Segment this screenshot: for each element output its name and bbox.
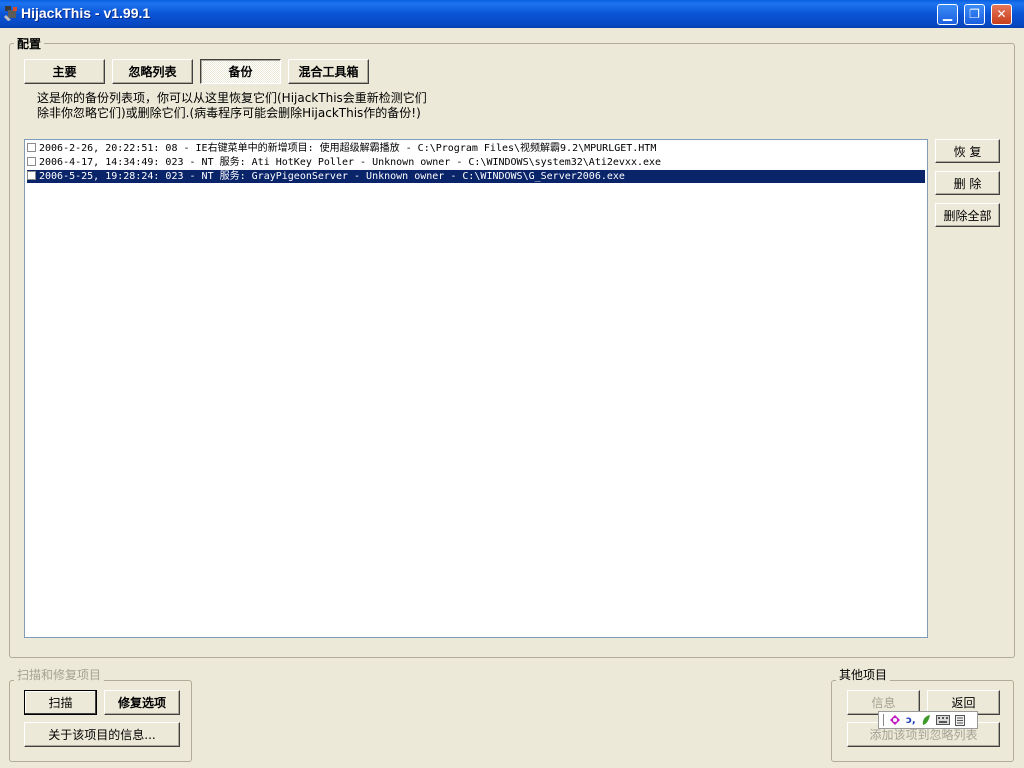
- minimize-button[interactable]: ▁: [937, 4, 958, 25]
- restore-button[interactable]: ❐: [964, 4, 985, 25]
- tab-main[interactable]: 主要: [24, 59, 105, 84]
- scan-button-label: 扫描: [48, 696, 73, 710]
- item-checkbox[interactable]: [27, 156, 36, 166]
- close-icon: ✕: [996, 7, 1007, 21]
- tab-main-label: 主要: [52, 65, 77, 79]
- tab-ignore-list-label: 忽略列表: [128, 65, 177, 79]
- restore-backup-button[interactable]: 恢 复: [935, 139, 1000, 163]
- backup-list[interactable]: 2006-2-26, 20:22:51: 08 - IE右键菜单中的新增项目: …: [24, 139, 928, 638]
- window-title: HijackThis - v1.99.1: [21, 5, 151, 21]
- title-bar: HijackThis - v1.99.1 ▁ ❐ ✕: [0, 0, 1024, 28]
- fix-options-button[interactable]: 修复选项: [104, 690, 180, 715]
- description-line-2: 除非你忽略它们)或删除它们.(病毒程序可能会删除HijackThis作的备份!): [37, 106, 421, 120]
- item-info-label: 关于该项目的信息...: [48, 728, 156, 742]
- delete-all-button[interactable]: 删除全部: [935, 203, 1000, 227]
- tab-ignore-list[interactable]: 忽略列表: [112, 59, 193, 84]
- back-button-label: 返回: [951, 696, 976, 710]
- other-items-legend: 其他项目: [836, 666, 891, 683]
- scan-button[interactable]: 扫描: [24, 690, 97, 715]
- restore-backup-label: 恢 复: [953, 144, 982, 159]
- item-checkbox[interactable]: [27, 142, 36, 152]
- grip-divider: [883, 714, 884, 726]
- ime-language-bar[interactable]: ɔ,: [878, 711, 978, 729]
- list-item-text: 2006-4-17, 14:34:49: 023 - NT 服务: Ati Ho…: [39, 157, 662, 168]
- restore-icon: ❐: [969, 7, 980, 21]
- scan-group-legend: 扫描和修复项目: [14, 666, 105, 683]
- tab-backup-label: 备份: [228, 65, 253, 79]
- close-button[interactable]: ✕: [991, 4, 1012, 25]
- info-button-label: 信息: [871, 696, 896, 710]
- list-item[interactable]: 2006-2-26, 20:22:51: 08 - IE右键菜单中的新增项目: …: [27, 142, 925, 155]
- fix-options-label: 修复选项: [117, 696, 166, 710]
- tab-misc-tools[interactable]: 混合工具箱: [288, 59, 369, 84]
- menu-icon[interactable]: [954, 714, 965, 726]
- item-checkbox[interactable]: [27, 170, 36, 180]
- list-item-text: 2006-2-26, 20:22:51: 08 - IE右键菜单中的新增项目: …: [39, 143, 657, 154]
- list-item-selected[interactable]: 2006-5-25, 19:28:24: 023 - NT 服务: GrayPi…: [27, 170, 925, 183]
- keyboard-icon[interactable]: [935, 715, 950, 725]
- list-item[interactable]: 2006-4-17, 14:34:49: 023 - NT 服务: Ati Ho…: [27, 156, 925, 169]
- tab-backup[interactable]: 备份: [200, 59, 281, 84]
- config-group-legend: 配置: [14, 35, 45, 52]
- leaf-icon[interactable]: [921, 714, 931, 726]
- item-info-button[interactable]: 关于该项目的信息...: [24, 722, 180, 747]
- hijackthis-app-icon[interactable]: [3, 5, 19, 22]
- delete-all-label: 删除全部: [943, 208, 992, 223]
- minimize-icon: ▁: [942, 7, 953, 21]
- delete-backup-label: 删 除: [953, 176, 982, 191]
- tab-misc-tools-label: 混合工具箱: [298, 65, 359, 79]
- description-line-1: 这是你的备份列表项，你可以从这里恢复它们(HijackThis会重新检测它们: [37, 91, 427, 105]
- lang-icon[interactable]: ɔ,: [906, 715, 916, 726]
- ime-icon[interactable]: [889, 714, 901, 726]
- backup-description: 这是你的备份列表项，你可以从这里恢复它们(HijackThis会重新检测它们 除…: [37, 91, 427, 121]
- list-item-text: 2006-5-25, 19:28:24: 023 - NT 服务: GrayPi…: [39, 171, 625, 182]
- delete-backup-button[interactable]: 删 除: [935, 171, 1000, 195]
